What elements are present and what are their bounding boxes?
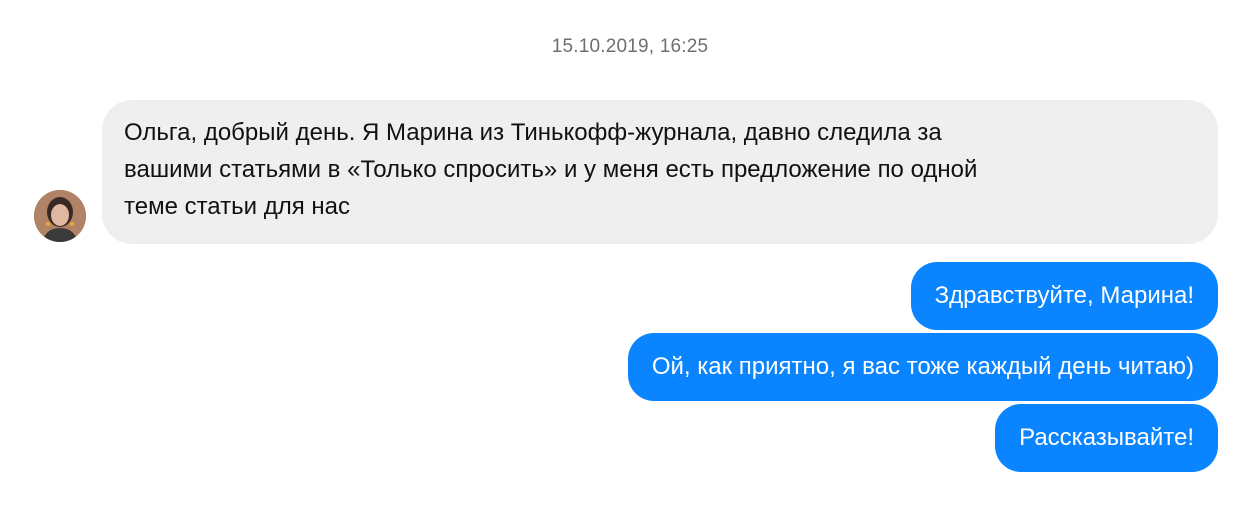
incoming-message-text: Ольга, добрый день. Я Марина из Тинькофф… <box>124 119 978 220</box>
incoming-message[interactable]: Ольга, добрый день. Я Марина из Тинькофф… <box>102 100 1218 244</box>
chat-thread: 15.10.2019, 16:25 Ольга, добрый день. Я … <box>0 0 1260 520</box>
avatar-photo-icon <box>34 190 86 242</box>
outgoing-message[interactable]: Ой, как приятно, я вас тоже каждый день … <box>627 333 1218 401</box>
outgoing-message[interactable]: Здравствуйте, Марина! <box>910 262 1218 330</box>
outgoing-message[interactable]: Рассказывайте! <box>995 404 1218 472</box>
message-timestamp: 15.10.2019, 16:25 <box>551 36 709 57</box>
avatar[interactable] <box>34 190 86 242</box>
